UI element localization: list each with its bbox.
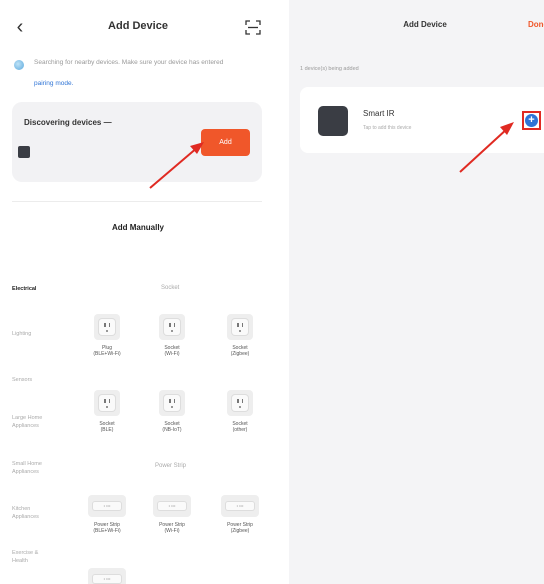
annotation-arrows	[149, 122, 514, 189]
arrow-to-add-icon	[149, 142, 204, 189]
arrow-to-plus-icon	[459, 122, 514, 173]
